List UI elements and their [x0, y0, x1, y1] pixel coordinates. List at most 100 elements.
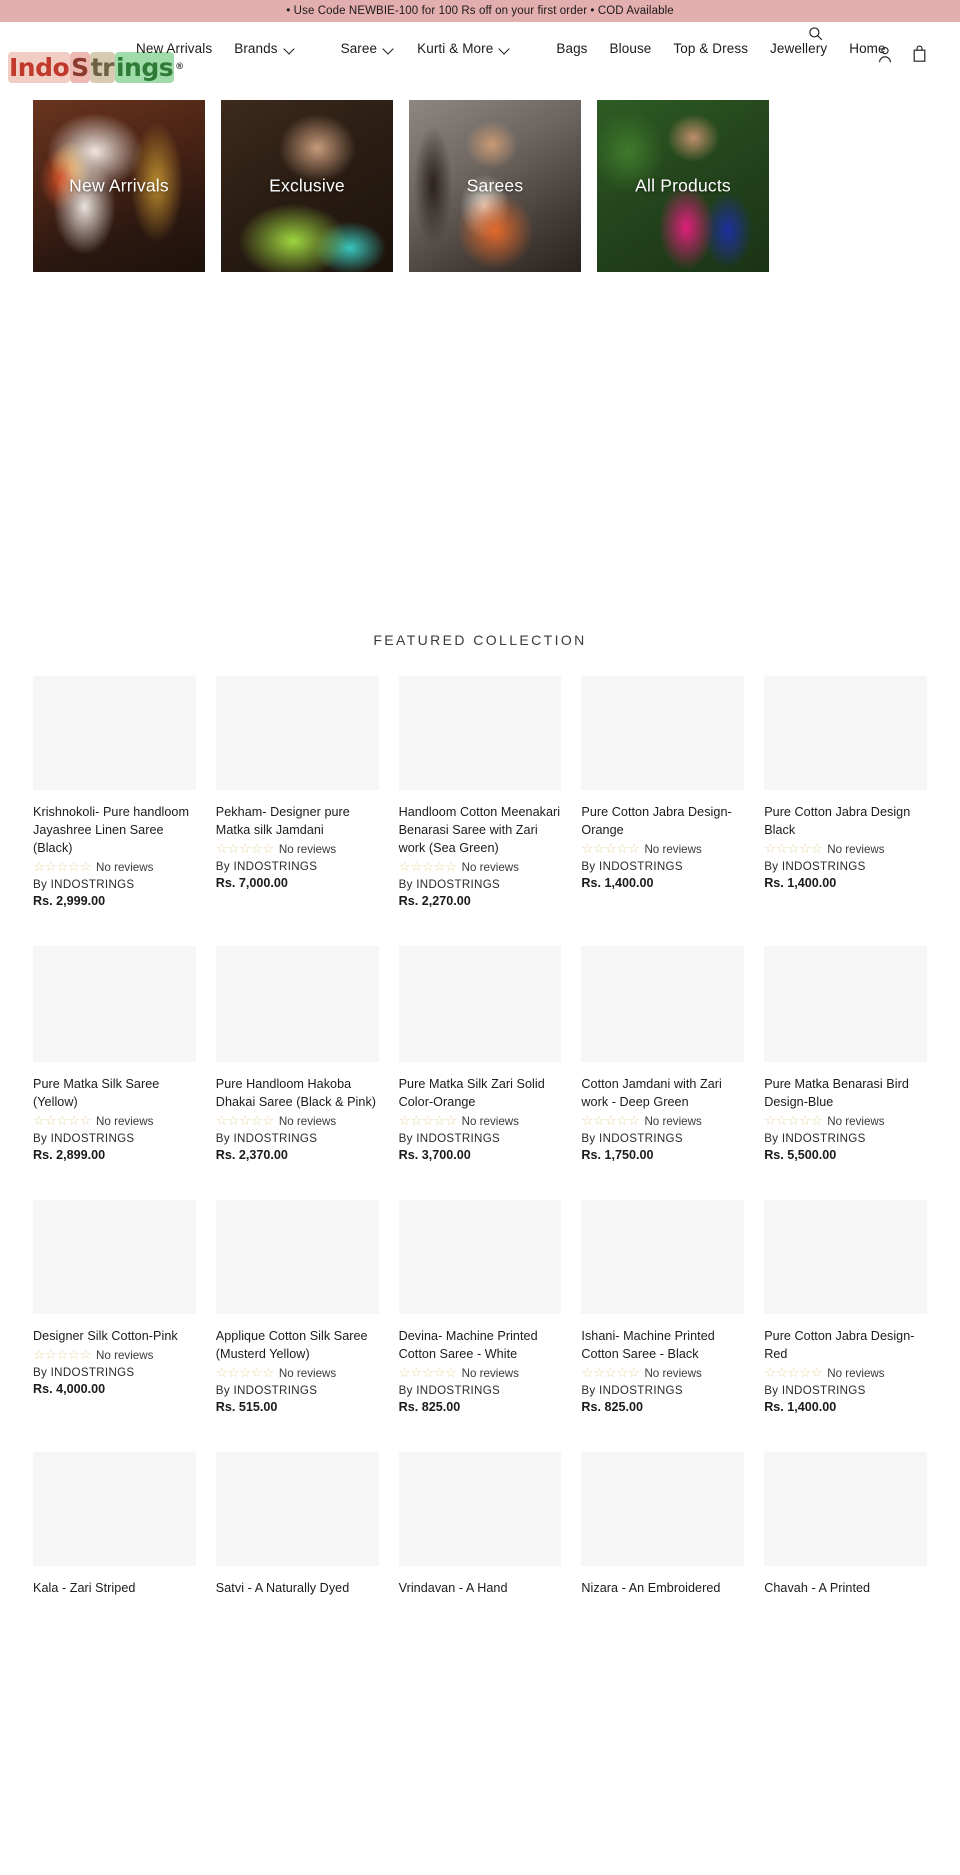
- product-rating[interactable]: ☆ ☆ ☆ ☆ ☆ No reviews: [216, 1364, 379, 1382]
- product-rating[interactable]: ☆ ☆ ☆ ☆ ☆ No reviews: [764, 1112, 927, 1130]
- star-rating-icon: ☆ ☆ ☆ ☆ ☆: [33, 859, 92, 875]
- product-title: Ishani- Machine Printed Cotton Saree - B…: [581, 1329, 715, 1361]
- product-image[interactable]: [581, 1452, 745, 1566]
- product-title: Pure Cotton Jabra Design Black: [764, 805, 911, 837]
- card-spacer: [216, 1414, 379, 1452]
- nav-item-blouse[interactable]: Blouse: [599, 41, 663, 56]
- star-rating-icon: ☆ ☆ ☆ ☆ ☆: [33, 1347, 92, 1363]
- product-card[interactable]: Applique Cotton Silk Saree (Musterd Yell…: [215, 1200, 379, 1452]
- product-image[interactable]: [764, 676, 927, 790]
- product-rating[interactable]: ☆ ☆ ☆ ☆ ☆ No reviews: [399, 1112, 562, 1130]
- product-title: Handloom Cotton Meenakari Benarasi Saree…: [398, 805, 561, 855]
- product-image[interactable]: [33, 946, 196, 1062]
- nav-label: Top & Dress: [673, 40, 749, 56]
- product-price: Rs. 2,999.00: [33, 894, 106, 908]
- product-image[interactable]: [764, 1200, 927, 1314]
- product-image[interactable]: [215, 1452, 379, 1566]
- product-rating[interactable]: ☆ ☆ ☆ ☆ ☆ No reviews: [581, 1364, 744, 1382]
- product-card[interactable]: Satvi - A Naturally Dyed: [215, 1452, 379, 1635]
- product-card[interactable]: Nizara - An Embroidered: [581, 1452, 745, 1635]
- product-rating[interactable]: ☆ ☆ ☆ ☆ ☆ No reviews: [33, 1112, 196, 1130]
- product-image[interactable]: [33, 676, 196, 790]
- product-card[interactable]: Pure Handloom Hakoba Dhakai Saree (Black…: [215, 946, 379, 1200]
- product-image[interactable]: [215, 676, 379, 790]
- product-image[interactable]: [33, 1200, 196, 1314]
- search-icon[interactable]: [808, 26, 823, 46]
- nav-item-kurti-and-more[interactable]: Kurti & More: [406, 41, 545, 56]
- product-card[interactable]: Pure Cotton Jabra Design- Red ☆ ☆ ☆ ☆ ☆ No rev…: [764, 1200, 927, 1452]
- product-card[interactable]: Ishani- Machine Printed Cotton Saree - B…: [581, 1200, 745, 1452]
- product-card[interactable]: Chavah - A Printed: [764, 1452, 927, 1635]
- product-image[interactable]: [581, 676, 745, 790]
- product-card[interactable]: Devina- Machine Printed Cotton Saree - W…: [398, 1200, 562, 1452]
- review-count: No reviews: [827, 842, 885, 856]
- product-card[interactable]: Pure Matka Silk Saree (Yellow) ☆ ☆ ☆ ☆ ☆ No re…: [33, 946, 196, 1200]
- banner-label: Exclusive: [269, 175, 345, 196]
- collection-banner-sarees[interactable]: Sarees: [409, 100, 581, 272]
- nav-label: Saree: [340, 40, 378, 56]
- product-card[interactable]: Vrindavan - A Hand: [398, 1452, 562, 1635]
- product-rating[interactable]: ☆ ☆ ☆ ☆ ☆ No reviews: [764, 1364, 927, 1382]
- nav-item-brands[interactable]: Brands: [223, 41, 329, 56]
- shopping-bag-icon[interactable]: [912, 44, 927, 67]
- collection-banner-exclusive[interactable]: Exclusive: [221, 100, 393, 272]
- nav-item-top-and-dress[interactable]: Top & Dress: [662, 41, 759, 56]
- product-card[interactable]: Cotton Jamdani with Zari work - Deep Gre…: [581, 946, 745, 1200]
- product-title: Kala - Zari Striped: [33, 1581, 136, 1595]
- product-image[interactable]: [215, 946, 379, 1062]
- product-image[interactable]: [581, 946, 745, 1062]
- product-rating[interactable]: ☆ ☆ ☆ ☆ ☆ No reviews: [399, 858, 562, 876]
- product-card[interactable]: Kala - Zari Striped: [33, 1452, 196, 1635]
- product-rating[interactable]: ☆ ☆ ☆ ☆ ☆ No reviews: [399, 1364, 562, 1382]
- product-card[interactable]: Pure Cotton Jabra Design Black ☆ ☆ ☆ ☆ ☆ No re…: [764, 676, 927, 946]
- product-card[interactable]: Pure Cotton Jabra Design- Orange ☆ ☆ ☆ ☆ ☆ No …: [581, 676, 745, 946]
- product-image[interactable]: [398, 1200, 562, 1314]
- product-image[interactable]: [398, 1452, 562, 1566]
- nav-item-new-arrivals[interactable]: New Arrivals: [125, 41, 223, 56]
- featured-product-grid: Krishnokoli- Pure handloom Jayashree Lin…: [0, 676, 960, 1635]
- product-title: Applique Cotton Silk Saree (Musterd Yell…: [215, 1329, 368, 1361]
- review-count: No reviews: [278, 1114, 337, 1128]
- collection-banner-new-arrivals[interactable]: New Arrivals: [33, 100, 205, 272]
- banner-label: Sarees: [466, 175, 524, 196]
- product-image[interactable]: [33, 1452, 196, 1566]
- product-card[interactable]: Designer Silk Cotton-Pink ☆ ☆ ☆ ☆ ☆ No reviews…: [33, 1200, 196, 1452]
- product-card[interactable]: Handloom Cotton Meenakari Benarasi Saree…: [398, 676, 562, 946]
- product-title: Vrindavan - A Hand: [398, 1581, 508, 1595]
- product-rating[interactable]: ☆ ☆ ☆ ☆ ☆ No reviews: [33, 1346, 196, 1364]
- product-rating[interactable]: ☆ ☆ ☆ ☆ ☆ No reviews: [581, 840, 744, 858]
- review-count: No reviews: [278, 1366, 337, 1380]
- card-spacer: [764, 1162, 927, 1200]
- product-price: Rs. 1,400.00: [764, 1400, 837, 1414]
- product-price: Rs. 825.00: [398, 1400, 461, 1414]
- product-image[interactable]: [764, 1452, 927, 1566]
- product-image[interactable]: [764, 946, 927, 1062]
- product-card[interactable]: Krishnokoli- Pure handloom Jayashree Lin…: [33, 676, 196, 946]
- collection-banner-all-products[interactable]: All Products: [597, 100, 769, 272]
- product-image[interactable]: [581, 1200, 745, 1314]
- product-card[interactable]: Pure Matka Benarasi Bird Design-Blue ☆ ☆ ☆ ☆…: [764, 946, 927, 1200]
- product-rating[interactable]: ☆ ☆ ☆ ☆ ☆ No reviews: [581, 1112, 744, 1130]
- product-image[interactable]: [215, 1200, 379, 1314]
- product-price: Rs. 825.00: [581, 1400, 644, 1414]
- product-card[interactable]: Pekham- Designer pure Matka silk Jamdani…: [215, 676, 379, 946]
- product-card[interactable]: Pure Matka Silk Zari Solid Color-Orange ☆…: [398, 946, 562, 1200]
- user-account-icon[interactable]: [878, 46, 892, 68]
- announcement-bar: • Use Code NEWBIE-100 for 100 Rs off on …: [0, 0, 960, 22]
- nav-item-saree[interactable]: Saree: [330, 41, 407, 56]
- product-rating[interactable]: ☆ ☆ ☆ ☆ ☆ No reviews: [216, 840, 379, 858]
- card-spacer: [581, 1162, 744, 1200]
- card-spacer: [581, 1414, 744, 1452]
- product-rating[interactable]: ☆ ☆ ☆ ☆ ☆ No reviews: [33, 858, 196, 876]
- card-spacer: [399, 1414, 562, 1452]
- product-image[interactable]: [398, 946, 562, 1062]
- product-vendor: By INDOSTRINGS: [215, 1132, 318, 1145]
- product-title: Cotton Jamdani with Zari work - Deep Gre…: [581, 1077, 722, 1109]
- nav-item-bags[interactable]: Bags: [545, 41, 598, 56]
- product-rating[interactable]: ☆ ☆ ☆ ☆ ☆ No reviews: [216, 1112, 379, 1130]
- product-rating[interactable]: ☆ ☆ ☆ ☆ ☆ No reviews: [764, 840, 927, 858]
- product-vendor: By INDOSTRINGS: [215, 1384, 318, 1397]
- review-count: No reviews: [96, 1348, 154, 1362]
- product-image[interactable]: [398, 676, 562, 790]
- star-rating-icon: ☆ ☆ ☆ ☆ ☆: [764, 841, 823, 857]
